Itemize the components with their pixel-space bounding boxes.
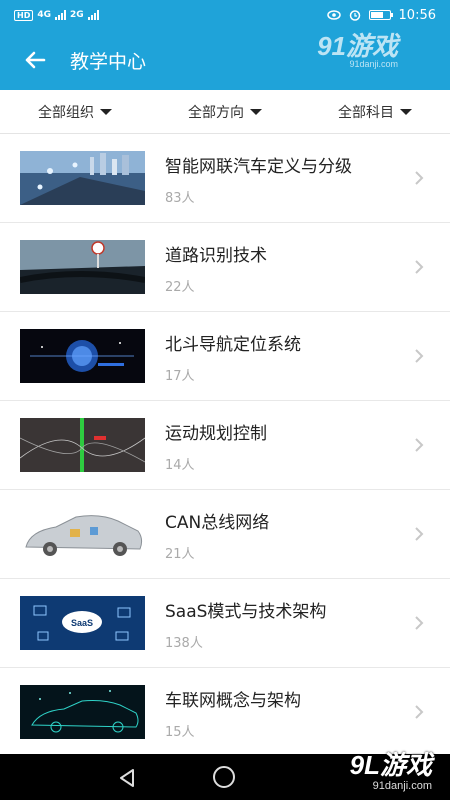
course-learner-count: 138人 xyxy=(165,636,203,651)
filter-organization[interactable]: 全部组织 xyxy=(0,102,150,122)
course-list: 智能网联汽车定义与分级 83人 道路识别技术 22人 北斗导航定位系统 17人 xyxy=(0,134,450,757)
chevron-right-icon xyxy=(415,705,424,719)
course-title: 道路识别技术 xyxy=(165,246,267,266)
course-title: SaaS模式与技术架构 xyxy=(165,602,327,622)
signal-icon-2 xyxy=(87,10,99,20)
course-item[interactable]: CAN总线网络 21人 xyxy=(0,490,450,579)
dropdown-triangle-icon xyxy=(400,108,412,115)
filter-direction[interactable]: 全部方向 xyxy=(150,102,300,122)
course-item[interactable]: 智能网联汽车定义与分级 83人 xyxy=(0,134,450,223)
course-thumbnail xyxy=(20,507,145,561)
svg-text:SaaS: SaaS xyxy=(71,618,93,628)
course-item[interactable]: 车联网概念与架构 15人 xyxy=(0,668,450,757)
status-bar: HD 4G 2G 10:56 xyxy=(0,0,450,30)
network-type-2: 2G xyxy=(70,10,84,20)
chevron-right-icon xyxy=(415,349,424,363)
chevron-right-icon xyxy=(415,171,424,185)
eye-icon xyxy=(326,10,341,20)
dropdown-triangle-icon xyxy=(100,108,112,115)
battery-icon xyxy=(368,10,393,20)
course-item[interactable]: 运动规划控制 14人 xyxy=(0,401,450,490)
filter-label: 全部科目 xyxy=(338,104,394,121)
network-type-1: 4G xyxy=(37,10,51,20)
course-thumbnail: SaaS xyxy=(20,596,145,650)
course-title: 运动规划控制 xyxy=(165,424,267,444)
circle-home-icon[interactable] xyxy=(213,766,235,788)
filter-bar: 全部组织 全部方向 全部科目 xyxy=(0,90,450,134)
chevron-right-icon xyxy=(415,527,424,541)
watermark-logo-bottom: 9L游戏 91danji.com xyxy=(350,750,432,792)
dropdown-triangle-icon xyxy=(250,108,262,115)
watermark-bottom-text: 9L游戏 xyxy=(349,750,432,780)
course-thumbnail xyxy=(20,329,145,383)
status-time: 10:56 xyxy=(398,7,436,23)
filter-label: 全部方向 xyxy=(188,104,244,121)
chevron-right-icon xyxy=(415,438,424,452)
filter-label: 全部组织 xyxy=(38,104,94,121)
status-left: HD 4G 2G xyxy=(14,9,99,21)
arrow-left-icon[interactable] xyxy=(0,30,70,90)
status-right: 10:56 xyxy=(326,7,436,23)
triangle-back-icon[interactable] xyxy=(116,767,138,789)
course-thumbnail xyxy=(20,685,145,739)
sim-badge: HD xyxy=(14,9,34,21)
course-learner-count: 17人 xyxy=(165,369,195,384)
course-title: 北斗导航定位系统 xyxy=(165,335,301,355)
course-thumbnail xyxy=(20,240,145,294)
course-thumbnail xyxy=(20,418,145,472)
alarm-icon xyxy=(349,10,360,21)
page-title: 教学中心 xyxy=(70,50,147,73)
course-learner-count: 83人 xyxy=(165,191,195,206)
signal-icon xyxy=(55,10,66,20)
course-learner-count: 14人 xyxy=(165,458,195,473)
chevron-right-icon xyxy=(415,260,424,274)
course-learner-count: 21人 xyxy=(165,547,195,562)
course-learner-count: 22人 xyxy=(165,280,195,295)
watermark-logo-top: 91游戏 91danji.com xyxy=(317,33,398,69)
course-item[interactable]: 北斗导航定位系统 17人 xyxy=(0,312,450,401)
filter-subject[interactable]: 全部科目 xyxy=(300,102,450,122)
course-item[interactable]: 道路识别技术 22人 xyxy=(0,223,450,312)
course-learner-count: 15人 xyxy=(165,725,195,740)
course-title: 车联网概念与架构 xyxy=(165,691,301,711)
chevron-right-icon xyxy=(415,616,424,630)
course-thumbnail xyxy=(20,151,145,205)
watermark-bottom-url: 91danji.com xyxy=(372,780,432,792)
course-title: 智能网联汽车定义与分级 xyxy=(165,157,352,177)
course-item[interactable]: SaaS SaaS模式与技术架构 138人 xyxy=(0,579,450,668)
course-title: CAN总线网络 xyxy=(165,513,270,533)
watermark-top-text: 91游戏 xyxy=(317,31,398,61)
